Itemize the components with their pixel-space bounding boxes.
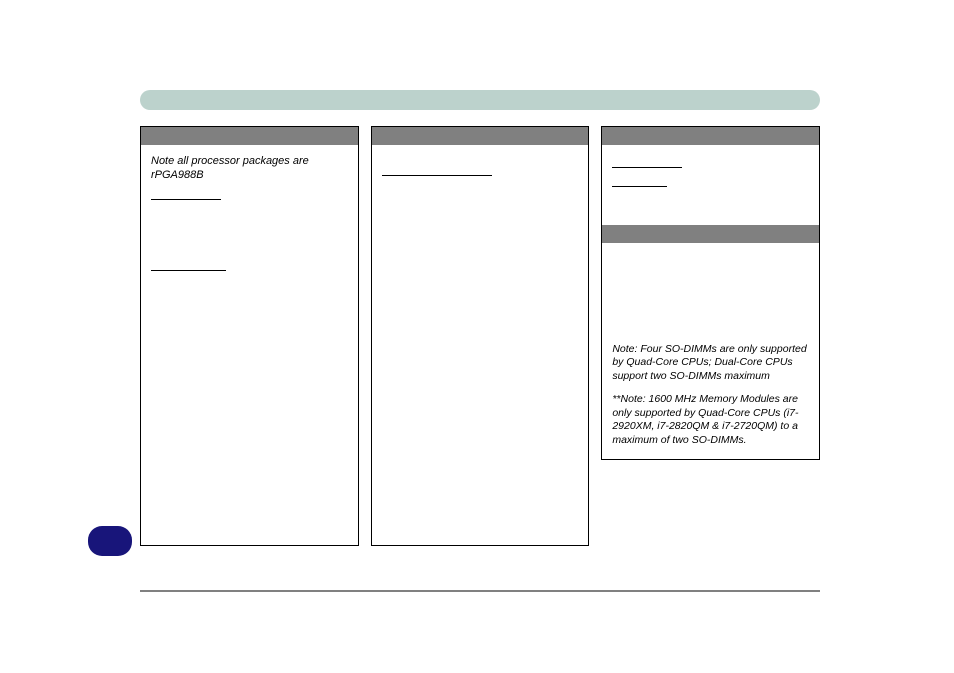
divider-line bbox=[612, 167, 682, 168]
memory-freq-note: **Note: 1600 MHz Memory Modules are only… bbox=[612, 393, 809, 447]
divider-line bbox=[382, 175, 492, 176]
column-1: Note all processor packages are rPGA988B bbox=[140, 126, 359, 546]
column-1-body: Note all processor packages are rPGA988B bbox=[141, 145, 358, 545]
column-3-mid-header bbox=[602, 225, 819, 243]
column-3: Note: Four SO-DIMMs are only supported b… bbox=[601, 126, 820, 460]
columns-container: Note all processor packages are rPGA988B… bbox=[140, 126, 820, 546]
footer-rule bbox=[140, 590, 820, 592]
column-2-header bbox=[372, 127, 589, 145]
column-2-body bbox=[372, 145, 589, 545]
column-2 bbox=[371, 126, 590, 546]
section-badge bbox=[88, 526, 132, 556]
divider-line bbox=[612, 186, 667, 187]
column-3-lower: Note: Four SO-DIMMs are only supported b… bbox=[602, 243, 819, 459]
divider-line bbox=[151, 270, 226, 271]
processor-package-note: Note all processor packages are rPGA988B bbox=[151, 155, 348, 183]
column-1-header bbox=[141, 127, 358, 145]
title-bar bbox=[140, 90, 820, 110]
column-3-upper bbox=[602, 145, 819, 225]
document-page: Note all processor packages are rPGA988B… bbox=[0, 0, 954, 673]
sodimm-note: Note: Four SO-DIMMs are only supported b… bbox=[612, 343, 809, 383]
column-3-header bbox=[602, 127, 819, 145]
divider-line bbox=[151, 199, 221, 200]
